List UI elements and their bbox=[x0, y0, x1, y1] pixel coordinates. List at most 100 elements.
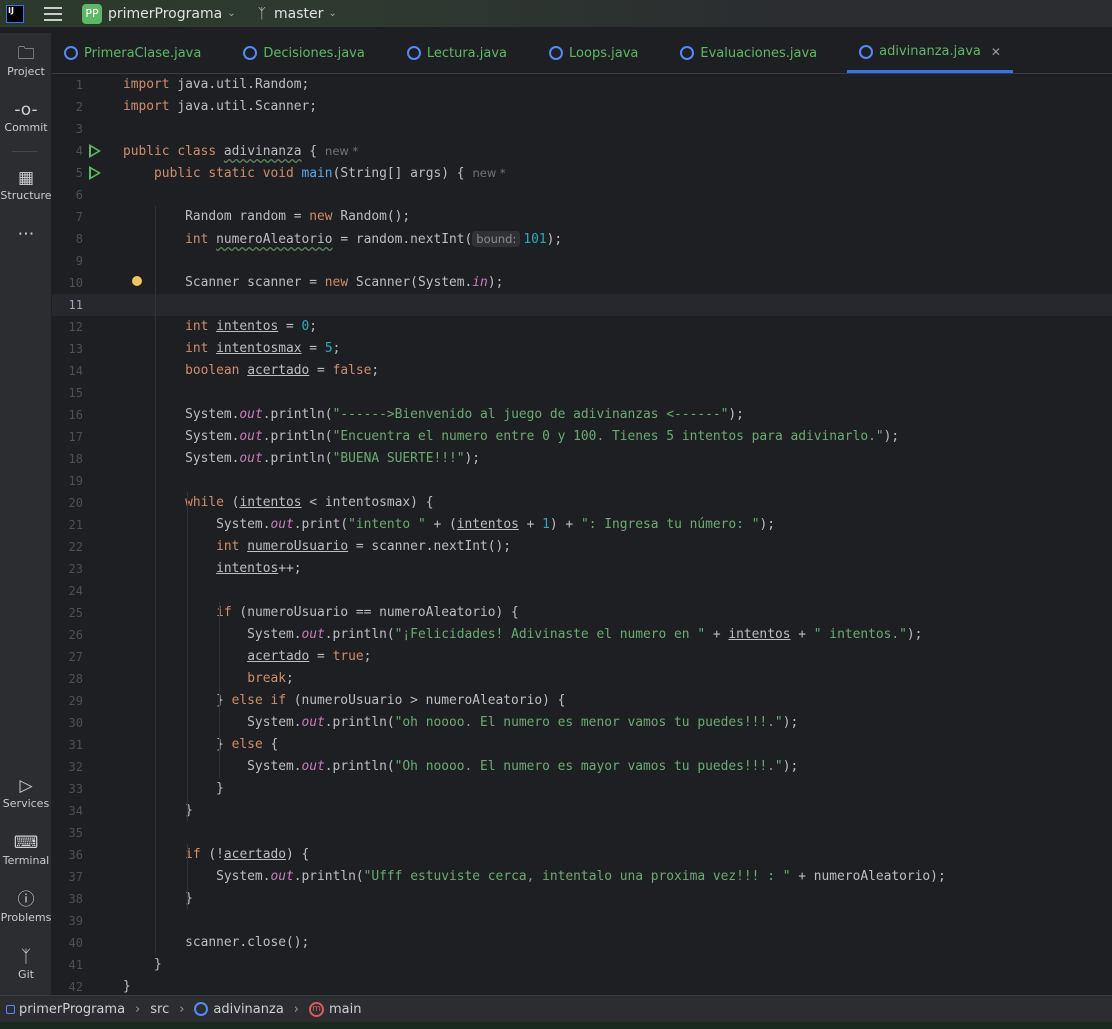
code-token: break bbox=[247, 671, 286, 686]
code-token: ; bbox=[363, 649, 372, 664]
tool-git[interactable]: ᛉ Git bbox=[0, 946, 52, 981]
code-token: } bbox=[123, 891, 193, 906]
code-line[interactable]: 26 System.out.println("¡Felicidades! Adi… bbox=[52, 624, 1112, 646]
indent-guide bbox=[219, 690, 220, 734]
code-line[interactable]: 25 if (numeroUsuario == numeroAleatorio)… bbox=[52, 602, 1112, 624]
code-line[interactable]: 5 public static void main(String[] args)… bbox=[52, 162, 1112, 184]
code-line[interactable]: 6 bbox=[52, 184, 1112, 206]
tab-lectura[interactable]: Lectura.java bbox=[395, 33, 519, 73]
code-line[interactable]: 1 import java.util.Random; bbox=[52, 74, 1112, 96]
tool-project[interactable]: 🗀 Project bbox=[0, 43, 52, 78]
code-line[interactable]: 23 intentos++; bbox=[52, 558, 1112, 580]
breadcrumb-class[interactable]: adivinanza bbox=[213, 1002, 283, 1017]
code-line[interactable]: 10 Scanner scanner = new Scanner(System.… bbox=[52, 272, 1112, 294]
code-line[interactable]: 7 Random random = new Random(); bbox=[52, 206, 1112, 228]
branch-selector[interactable]: master bbox=[274, 6, 323, 22]
code-token: ; bbox=[332, 341, 341, 356]
tab-adivinanza[interactable]: adivinanza.java ✕ bbox=[847, 33, 1013, 73]
code-line[interactable]: 41 } bbox=[52, 954, 1112, 976]
tab-loops[interactable]: Loops.java bbox=[537, 33, 650, 73]
tab-label: Decisiones.java bbox=[263, 45, 365, 61]
code-line[interactable]: 13 int intentosmax = 5; bbox=[52, 338, 1112, 360]
code-token: int bbox=[185, 341, 217, 356]
chevron-down-icon[interactable]: ⌄ bbox=[227, 8, 235, 19]
code-line[interactable]: 36 if (!acertado) { bbox=[52, 844, 1112, 866]
code-line[interactable]: 16 System.out.println("------>Bienvenido… bbox=[52, 404, 1112, 426]
code-token: } bbox=[123, 737, 232, 752]
code-token: true bbox=[332, 649, 364, 664]
code-token: + bbox=[790, 627, 814, 642]
code-token: 1 bbox=[542, 517, 550, 532]
code-text: if (numeroUsuario == numeroAleatorio) { bbox=[123, 602, 519, 624]
code-line[interactable]: 4 public class adivinanza {new * bbox=[52, 140, 1112, 162]
code-line[interactable]: 20 while (intentos < intentosmax) { bbox=[52, 492, 1112, 514]
code-line[interactable]: 11 bbox=[52, 294, 1112, 316]
tool-structure[interactable]: ▦ Structure bbox=[0, 167, 52, 202]
code-line[interactable]: 3 bbox=[52, 118, 1112, 140]
intellij-logo[interactable]: IJ bbox=[6, 4, 24, 23]
code-token: (String[] args) { bbox=[332, 166, 465, 181]
chevron-down-icon[interactable]: ⌄ bbox=[328, 8, 336, 19]
code-line[interactable]: 14 boolean acertado = false; bbox=[52, 360, 1112, 382]
breadcrumb-src[interactable]: src bbox=[150, 1002, 169, 1017]
code-token: System. bbox=[123, 715, 302, 730]
code-line[interactable]: 22 int numeroUsuario = scanner.nextInt()… bbox=[52, 536, 1112, 558]
code-line[interactable]: 17 System.out.println("Encuentra el nume… bbox=[52, 426, 1112, 448]
code-token: "Ufff estuviste cerca, intentalo una pro… bbox=[363, 869, 791, 884]
code-text: System.out.println("Encuentra el numero … bbox=[123, 426, 899, 448]
code-editor[interactable]: 1 import java.util.Random; 2 import java.ut… bbox=[52, 74, 1112, 995]
code-token: + ( bbox=[425, 517, 457, 532]
code-line[interactable]: 38 } bbox=[52, 888, 1112, 910]
code-line[interactable]: 18 System.out.println("BUENA SUERTE!!!")… bbox=[52, 448, 1112, 470]
code-token: } bbox=[123, 979, 131, 994]
tool-terminal[interactable]: ⌨ Terminal bbox=[0, 832, 52, 867]
code-line[interactable]: 34 } bbox=[52, 800, 1112, 822]
code-line[interactable]: 27 acertado = true; bbox=[52, 646, 1112, 668]
breadcrumb-method[interactable]: main bbox=[329, 1002, 361, 1017]
tool-problems[interactable]: ⓘ Problems bbox=[0, 889, 52, 924]
inlay-hint: new * bbox=[472, 166, 506, 180]
run-icon[interactable] bbox=[89, 144, 101, 158]
line-number: 20 bbox=[68, 496, 83, 510]
code-token: out bbox=[270, 869, 294, 884]
code-line[interactable]: 40 scanner.close(); bbox=[52, 932, 1112, 954]
code-line[interactable]: 8 int numeroAleatorio = random.nextInt(b… bbox=[52, 228, 1112, 250]
breadcrumb-project[interactable]: primerPrograma bbox=[19, 1002, 125, 1017]
code-line[interactable]: 28 break; bbox=[52, 668, 1112, 690]
code-line[interactable]: 42} bbox=[52, 976, 1112, 995]
code-line[interactable]: 37 System.out.println("Ufff estuviste ce… bbox=[52, 866, 1112, 888]
code-line[interactable]: 15 bbox=[52, 382, 1112, 404]
code-line[interactable]: 39 bbox=[52, 910, 1112, 932]
project-badge[interactable]: PP bbox=[82, 3, 102, 24]
code-line[interactable]: 21 System.out.print("intento " + (intent… bbox=[52, 514, 1112, 536]
code-line[interactable]: 35 bbox=[52, 822, 1112, 844]
code-line[interactable]: 31 } else { bbox=[52, 734, 1112, 756]
tab-primeraclase[interactable]: PrimeraClase.java bbox=[52, 33, 213, 73]
line-number: 33 bbox=[68, 782, 83, 796]
code-token: = scanner.nextInt(); bbox=[348, 539, 512, 554]
code-line[interactable]: 12 int intentos = 0; bbox=[52, 316, 1112, 338]
code-line[interactable]: 32 System.out.println("Oh noooo. El nume… bbox=[52, 756, 1112, 778]
code-line[interactable]: 33 } bbox=[52, 778, 1112, 800]
run-icon[interactable] bbox=[89, 166, 101, 180]
tool-commit[interactable]: -o- Commit bbox=[0, 99, 52, 134]
tool-services[interactable]: ▷ Services bbox=[0, 775, 52, 810]
code-token: ); bbox=[464, 451, 481, 466]
code-line[interactable]: 24 bbox=[52, 580, 1112, 602]
tab-decisiones[interactable]: Decisiones.java bbox=[231, 33, 377, 73]
project-selector[interactable]: primerPrograma bbox=[108, 6, 222, 22]
code-line[interactable]: 2 import java.util.Scanner; bbox=[52, 96, 1112, 118]
code-line[interactable]: 9 bbox=[52, 250, 1112, 272]
more-tools-button[interactable]: ⋯ bbox=[0, 223, 52, 245]
code-token: Random random = bbox=[123, 209, 310, 224]
code-token: public class bbox=[123, 144, 224, 159]
code-token: System. bbox=[123, 451, 240, 466]
code-line[interactable]: 30 System.out.println("oh noooo. El nume… bbox=[52, 712, 1112, 734]
close-tab-icon[interactable]: ✕ bbox=[991, 45, 1001, 59]
code-line[interactable]: 19 bbox=[52, 470, 1112, 492]
main-menu-button[interactable] bbox=[44, 6, 62, 21]
tab-label: PrimeraClase.java bbox=[84, 45, 202, 61]
code-line[interactable]: 29 } else if (numeroUsuario > numeroAlea… bbox=[52, 690, 1112, 712]
code-token: "------>Bienvenido al juego de adivinanz… bbox=[332, 407, 729, 422]
tab-evaluaciones[interactable]: Evaluaciones.java bbox=[668, 33, 829, 73]
